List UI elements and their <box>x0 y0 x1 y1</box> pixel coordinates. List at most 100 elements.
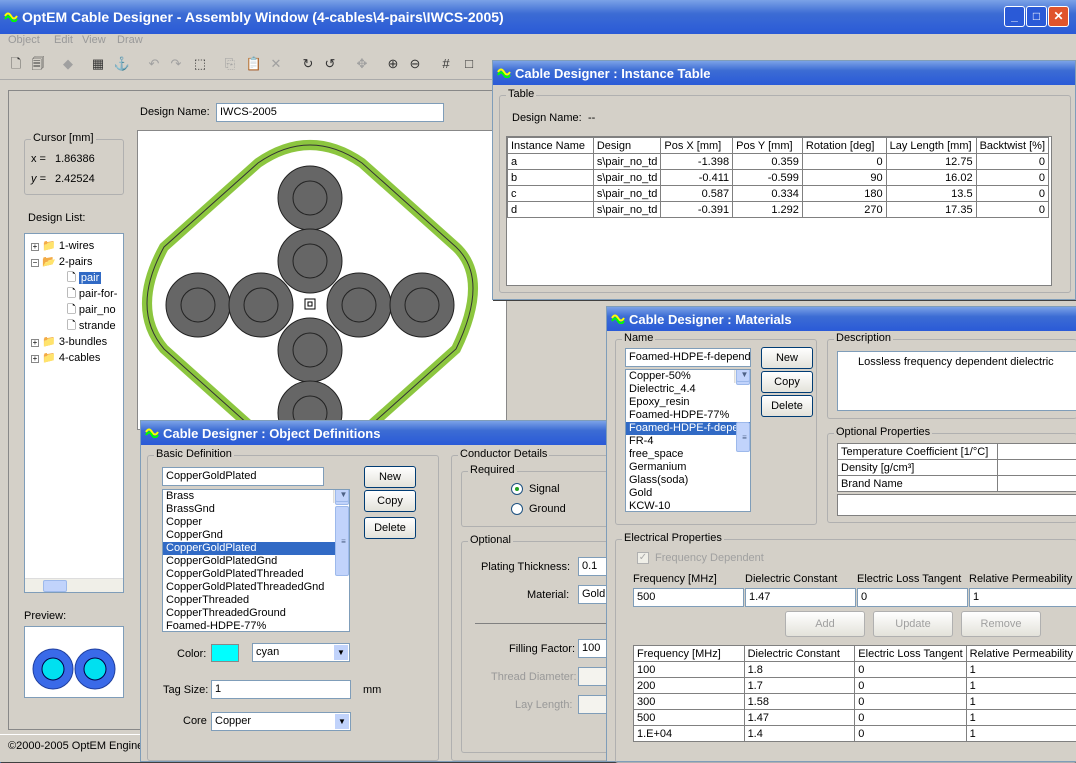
object-name-input[interactable]: CopperGoldPlated <box>162 467 324 486</box>
list-item[interactable]: Foamed-HDPE-77% <box>163 620 349 632</box>
design-tree[interactable]: + 📁 1-wires − 📂 2-pairs 🗋 pair 🗋 pair-fo… <box>24 233 124 593</box>
grid-icon[interactable]: # <box>436 54 456 74</box>
chevron-down-icon[interactable]: ▼ <box>335 714 349 729</box>
list-item[interactable]: CopperThreadedGround <box>163 607 349 620</box>
close-button[interactable]: ✕ <box>1048 6 1069 27</box>
col-header[interactable]: Frequency [MHz] <box>634 646 745 662</box>
table-cell[interactable]: 0 <box>976 202 1048 218</box>
table-cell[interactable]: 0.334 <box>733 186 803 202</box>
tree-item[interactable]: 🗋 pair_no <box>25 302 123 318</box>
table-cell[interactable]: 0.587 <box>661 186 733 202</box>
menu-view[interactable]: View <box>82 34 106 46</box>
material-delete-button[interactable]: Delete <box>761 395 813 417</box>
table-row[interactable]: 1.E+041.401 <box>634 726 1076 742</box>
prop-row[interactable]: Brand Name <box>838 476 1076 492</box>
list-item[interactable]: CopperGoldPlatedThreaded <box>163 568 349 581</box>
col-header[interactable]: Electric Loss Tangent <box>855 646 966 662</box>
design-name-input[interactable]: IWCS-2005 <box>216 103 444 122</box>
frame-icon[interactable]: □ <box>459 54 479 74</box>
table-cell[interactable]: 200 <box>634 678 745 694</box>
material-copy-button[interactable]: Copy <box>761 371 813 393</box>
table-cell[interactable]: 0.359 <box>733 154 803 170</box>
menu-draw[interactable]: Draw <box>117 34 143 46</box>
list-item[interactable]: Glass(soda) <box>626 474 750 487</box>
maximize-button[interactable]: □ <box>1026 6 1047 27</box>
table-icon[interactable]: ▦ <box>88 54 108 74</box>
table-cell[interactable]: c <box>508 186 594 202</box>
prop-row[interactable]: Temperature Coefficient [1/°C] <box>838 444 1076 460</box>
minimize-button[interactable]: _ <box>1004 6 1025 27</box>
tree-item[interactable]: 🗋 pair <box>25 270 123 286</box>
list-item[interactable]: Copper-50% <box>626 370 750 383</box>
col-header[interactable]: Rotation [deg] <box>802 138 886 154</box>
list-item[interactable]: FR-4 <box>626 435 750 448</box>
table-cell[interactable]: 90 <box>802 170 886 186</box>
table-cell[interactable]: 1 <box>966 694 1076 710</box>
table-cell[interactable]: s\pair_no_td <box>593 170 661 186</box>
table-cell[interactable]: 0 <box>855 726 966 742</box>
table-cell[interactable]: d <box>508 202 594 218</box>
tree-item[interactable]: + 📁 4-cables <box>25 350 123 366</box>
list-item[interactable]: Copper <box>163 516 349 529</box>
loss-input[interactable]: 0 <box>857 588 968 607</box>
object-list-scrollbar[interactable]: ▲ ≡ ▼ <box>333 490 349 503</box>
freq-dep-checkbox[interactable]: ✓ <box>637 552 649 564</box>
copy-icon[interactable]: ⎘ <box>220 54 240 74</box>
table-cell[interactable]: 100 <box>634 662 745 678</box>
color-swatch[interactable] <box>211 644 239 662</box>
col-header[interactable]: Instance Name <box>508 138 594 154</box>
table-cell[interactable]: s\pair_no_td <box>593 154 661 170</box>
prop-row[interactable]: Density [g/cm³] <box>838 460 1076 476</box>
core-select[interactable]: Copper ▼ <box>211 712 351 731</box>
list-item[interactable]: CopperGoldPlatedGnd <box>163 555 349 568</box>
table-cell[interactable]: 300 <box>634 694 745 710</box>
signal-radio[interactable] <box>511 483 523 495</box>
table-cell[interactable]: -0.411 <box>661 170 733 186</box>
table-cell[interactable]: 13.5 <box>886 186 976 202</box>
table-cell[interactable]: 0 <box>855 694 966 710</box>
material-new-button[interactable]: New <box>761 347 813 369</box>
col-header[interactable]: Lay Length [mm] <box>886 138 976 154</box>
col-header[interactable]: Design <box>593 138 661 154</box>
description-text[interactable]: Lossless frequency dependent dielectric <box>837 351 1076 411</box>
table-row[interactable]: 5001.4701 <box>634 710 1076 726</box>
zoom-out-icon[interactable]: ⊖ <box>405 54 425 74</box>
table-cell[interactable]: -0.391 <box>661 202 733 218</box>
list-item[interactable]: BrassGnd <box>163 503 349 516</box>
tree-hscrollbar[interactable] <box>25 578 123 592</box>
table-cell[interactable]: s\pair_no_td <box>593 202 661 218</box>
table-cell[interactable]: 0 <box>976 154 1048 170</box>
paste-icon[interactable]: 📋 <box>244 54 264 74</box>
material-name-input[interactable]: Foamed-HDPE-f-depende <box>625 348 751 367</box>
anchor-icon[interactable]: ⚓ <box>112 54 132 74</box>
table-cell[interactable]: 1.7 <box>744 678 855 694</box>
redo-icon[interactable]: ↷ <box>166 54 186 74</box>
table-row[interactable]: 2001.701 <box>634 678 1076 694</box>
ground-radio[interactable] <box>511 503 523 515</box>
table-cell[interactable]: s\pair_no_td <box>593 186 661 202</box>
list-item[interactable]: Brass <box>163 490 349 503</box>
remove-button[interactable]: Remove <box>961 611 1041 637</box>
tree-item[interactable]: − 📂 2-pairs <box>25 254 123 270</box>
freq-input[interactable]: 500 <box>633 588 744 607</box>
col-header[interactable]: Dielectric Constant <box>744 646 855 662</box>
table-row[interactable]: 3001.5801 <box>634 694 1076 710</box>
list-item[interactable]: CopperGnd <box>163 529 349 542</box>
list-item[interactable]: Epoxy_resin <box>626 396 750 409</box>
tag-size-input[interactable]: 1 <box>211 680 351 699</box>
table-cell[interactable]: 500 <box>634 710 745 726</box>
table-cell[interactable]: 1.47 <box>744 710 855 726</box>
list-item[interactable]: Foamed-HDPE-f-depen <box>626 422 750 435</box>
list-item[interactable]: Dielectric_4.4 <box>626 383 750 396</box>
instance-grid[interactable]: Instance Name Design Pos X [mm] Pos Y [m… <box>507 137 1049 218</box>
table-cell[interactable]: 17.35 <box>886 202 976 218</box>
table-cell[interactable]: 1.4 <box>744 726 855 742</box>
col-header[interactable]: Relative Permeability <box>966 646 1076 662</box>
table-cell[interactable]: 0 <box>802 154 886 170</box>
tree-item[interactable]: + 📁 3-bundles <box>25 334 123 350</box>
tree-item[interactable]: + 📁 1-wires <box>25 238 123 254</box>
chevron-down-icon[interactable]: ▼ <box>334 645 348 660</box>
table-cell[interactable]: 1 <box>966 710 1076 726</box>
list-item[interactable]: CopperGoldPlated <box>163 542 349 555</box>
table-row[interactable]: bs\pair_no_td-0.411-0.5999016.020 <box>508 170 1049 186</box>
